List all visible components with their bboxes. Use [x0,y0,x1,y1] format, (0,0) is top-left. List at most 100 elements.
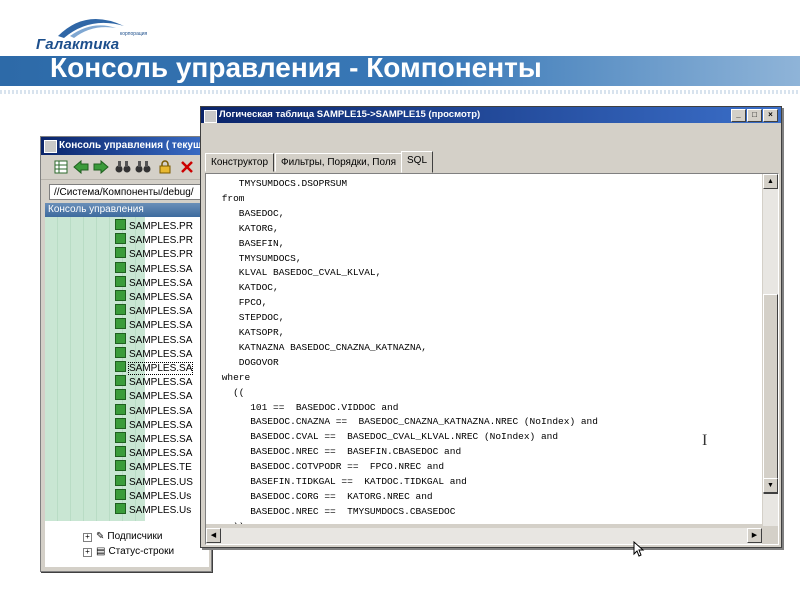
scroll-right-button[interactable]: ▶ [747,528,762,543]
binoculars-icon[interactable] [115,159,131,175]
tab-filters[interactable]: Фильтры, Порядки, Поля [275,153,403,172]
scroll-thumb[interactable] [763,294,778,494]
close-icon[interactable] [179,159,195,175]
expand-icon[interactable]: + [83,548,92,557]
maximize-button[interactable]: □ [747,109,762,122]
tree-item[interactable]: SAMPLES.TE [115,460,192,474]
close-button[interactable]: × [763,109,778,122]
tree-item-label: SAMPLES.SA [129,419,193,431]
component-icon [115,432,126,443]
tab-constructor[interactable]: Конструктор [205,153,275,172]
component-icon [115,219,126,230]
status-icon: ▤ [96,546,106,557]
tree-item[interactable]: SAMPLES.SA [115,361,194,375]
tree-item[interactable]: SAMPLES.SA [115,318,192,332]
tree-node[interactable]: + ▤ Статус-строки [83,545,174,559]
component-icon [115,247,126,259]
component-icon [115,233,126,245]
sql-line: KATORG, [216,222,279,234]
tree-item[interactable]: SAMPLES.SA [115,346,192,361]
tree-item[interactable]: SAMPLES.SA [115,332,192,347]
tree-item-label: SAMPLES.SA [129,405,193,417]
sql-line: BASEDOC.NREC == TMYSUMDOCS.CBASEDOC [216,505,456,517]
tree-item-label: SAMPLES.SA [129,263,193,275]
expand-icon[interactable]: + [83,533,92,542]
console-window[interactable]: Консоль управления ( текущ //Система/Ком… [40,136,212,572]
tree-node-label: Статус-строки [108,546,175,557]
tree-item[interactable]: SAMPLES.Us [115,503,191,517]
tree-item[interactable]: SAMPLES.SA [115,446,192,460]
tree-item[interactable]: SAMPLES.SA [115,375,192,389]
sql-line: KATSOPR, [216,327,285,338]
tree-item-label: SAMPLES.SA [129,434,193,445]
tree-item[interactable]: SAMPLES.SA [115,389,192,403]
scroll-up-button[interactable]: ▲ [763,174,778,189]
tree-item-label: SAMPLES.PR [129,235,193,247]
minimize-button[interactable]: _ [731,109,746,122]
component-icon [115,275,126,287]
binoculars-next-icon[interactable] [135,159,151,175]
slide-title: Консоль управления - Компоненты [50,52,542,83]
component-icon [115,488,126,500]
app-icon [44,140,57,153]
sql-line: TMYSUMDOCS, [216,252,302,264]
sql-line: )) [216,519,244,524]
component-icon [115,403,126,415]
logical-table-window[interactable]: Логическая таблица SAMPLE15->SAMPLE15 (п… [200,106,782,548]
tree-item[interactable]: SAMPLES.PR [115,247,193,261]
tree-node[interactable]: + ✎ Подписчики [83,530,162,544]
tree-item[interactable]: SAMPLES.US [115,474,193,489]
address-field[interactable]: //Система/Компоненты/debug/ [49,184,209,200]
tree-item[interactable]: SAMPLES.SA [115,403,193,418]
tree-item[interactable]: SAMPLES.SA [115,417,193,432]
scroll-down-button[interactable]: ▼ [763,478,778,493]
back-arrow-icon[interactable] [73,159,89,175]
tree-item[interactable]: SAMPLES.Us [115,488,191,503]
component-tree[interactable]: SAMPLES.PR SAMPLES.PR SAMPLES.PR SAMPLES.SA… [45,217,209,567]
tree-item-label: SAMPLES.SA [127,362,194,375]
sql-line: (( [216,386,245,398]
component-icon [115,290,126,301]
sql-panel: TMYSUMDOCS.DSOPRSUM from BASEDOC, KATORG… [205,173,779,545]
sql-line: where [216,371,251,383]
sql-code-view[interactable]: TMYSUMDOCS.DSOPRSUM from BASEDOC, KATORG… [206,174,762,524]
text-cursor-icon: I [702,432,708,449]
lock-icon[interactable] [157,159,173,175]
sql-line: BASEDOC.CVAL == BASEDOC_CVAL_KLVAL.NREC … [216,431,559,443]
horizontal-scrollbar[interactable]: ◀ ▶ [206,528,762,544]
grid-icon[interactable] [53,159,69,175]
component-icon [115,261,126,273]
table-titlebar[interactable]: Логическая таблица SAMPLE15->SAMPLE15 (п… [201,107,781,123]
forward-arrow-icon[interactable] [93,159,109,175]
scroll-left-button[interactable]: ◀ [206,528,221,543]
console-toolbar [41,155,211,180]
sql-line: FPCO, [216,297,268,309]
tree-item[interactable]: SAMPLES.PR [115,233,193,247]
tree-item[interactable]: SAMPLES.SA [115,261,193,276]
sql-line: BASEDOC, [216,207,285,219]
tab-sql[interactable]: SQL [401,151,434,173]
slide-header: Галактика корпорация Консоль управления … [0,0,800,100]
sql-line: BASEDOC.COTVPODR == FPCO.NREC and [216,461,445,473]
tree-item-label: SAMPLES.SA [129,391,193,403]
tree-item[interactable]: SAMPLES.SA [115,432,192,446]
mouse-pointer-icon [633,541,645,557]
tree-item-label: SAMPLES.TE [129,462,192,474]
tree-item[interactable]: SAMPLES.SA [115,275,192,290]
sql-line: from [216,192,245,204]
title-underline [0,90,800,94]
console-titlebar[interactable]: Консоль управления ( текущ [41,137,211,155]
component-icon [115,361,126,372]
vertical-scrollbar[interactable]: ▲ ▼ [763,174,778,526]
sql-line: STEPDOC, [216,312,285,324]
component-icon [115,318,126,330]
tree-item-label: SAMPLES.SA [129,292,193,303]
tree-item[interactable]: SAMPLES.SA [115,304,192,318]
tree-item-label: SAMPLES.US [129,476,193,488]
tree-item[interactable]: SAMPLES.PR [115,219,193,233]
component-icon [115,460,126,472]
tree-item-label: SAMPLES.PR [129,249,193,261]
logo-text: Галактика [36,36,120,53]
tree-item[interactable]: SAMPLES.SA [115,290,192,304]
sql-line: TMYSUMDOCS.DSOPRSUM [216,178,348,189]
